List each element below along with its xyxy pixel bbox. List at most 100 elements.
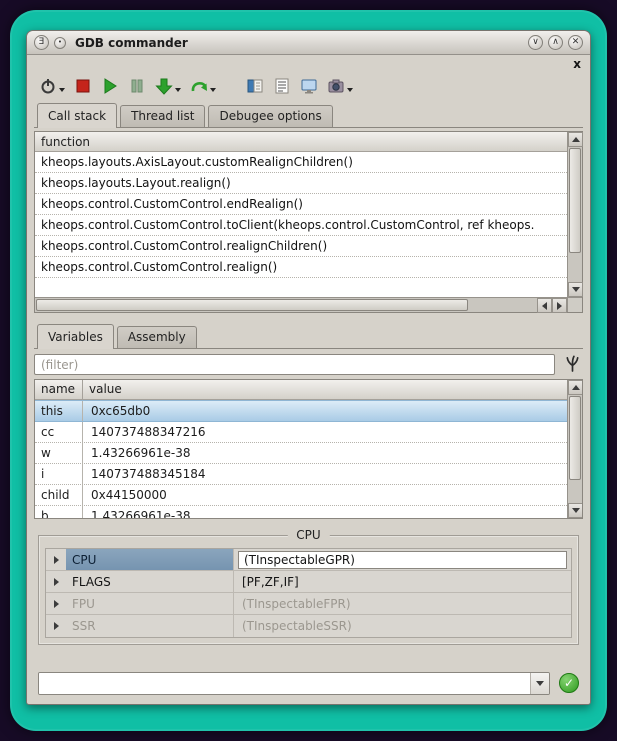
step-over-button[interactable] (190, 77, 216, 95)
cpu-row-value (234, 549, 571, 570)
callstack-row[interactable]: kheops.layouts.AxisLayout.customRealignC… (35, 152, 567, 173)
combobox-dropdown-button[interactable] (530, 673, 549, 694)
window-pin-icon[interactable]: • (54, 37, 66, 49)
variable-row[interactable]: cc140737488347216 (35, 422, 567, 443)
scrollbar-track[interactable] (568, 147, 582, 282)
tab-call-stack[interactable]: Call stack (37, 103, 117, 128)
cpu-row-value: [PF,ZF,IF] (234, 571, 571, 592)
cpu-row-name: FPU (66, 593, 234, 614)
variables-vertical-scrollbar[interactable] (567, 380, 582, 518)
dropdown-caret-icon[interactable] (59, 88, 65, 92)
snapshot-button[interactable] (327, 77, 353, 95)
variable-row[interactable]: i140737488345184 (35, 464, 567, 485)
messages-icon (246, 77, 264, 95)
titlebar[interactable]: Ǝ • GDB commander ∨ ∧ ✕ (27, 31, 590, 55)
cpu-row-flags[interactable]: FLAGS[PF,ZF,IF] (46, 571, 571, 593)
gdb-commander-window: Ǝ • GDB commander ∨ ∧ ✕ x (26, 30, 591, 705)
step-over-icon (190, 77, 208, 95)
scrollbar-track[interactable] (568, 395, 582, 503)
chevron-right-icon (54, 578, 59, 586)
variable-name: b (35, 506, 83, 518)
callstack-column-header[interactable]: function (35, 132, 567, 152)
tab-thread-list[interactable]: Thread list (120, 105, 205, 127)
cpu-row-value: (TInspectableFPR) (234, 593, 571, 614)
variable-row[interactable]: child0x44150000 (35, 485, 567, 506)
filter-options-button[interactable] (561, 354, 583, 375)
variable-value: 1.43266961e-38 (83, 506, 567, 518)
name-column-header[interactable]: name (35, 380, 83, 399)
variable-row[interactable]: b1.43266961e-38 (35, 506, 567, 518)
variable-row[interactable]: this0xc65db0 (35, 400, 567, 422)
tab-assembly[interactable]: Assembly (117, 326, 197, 348)
stop-button[interactable] (74, 77, 92, 95)
maximize-button[interactable]: ∧ (548, 35, 563, 50)
messages-button[interactable] (246, 77, 264, 95)
power-button[interactable] (39, 77, 65, 95)
variable-row[interactable]: w1.43266961e-38 (35, 443, 567, 464)
expander-icon[interactable] (46, 549, 66, 570)
call-list-button[interactable] (273, 77, 291, 95)
command-combobox-input[interactable] (39, 673, 530, 694)
cpu-row-name: FLAGS (66, 571, 234, 592)
tab-debugee-options[interactable]: Debugee options (208, 105, 332, 127)
variable-name: w (35, 443, 83, 463)
cpu-row-fpu[interactable]: FPU(TInspectableFPR) (46, 593, 571, 615)
chevron-right-icon (54, 556, 59, 564)
callstack-row[interactable]: kheops.control.CustomControl.endRealign(… (35, 194, 567, 215)
callstack-row[interactable]: kheops.control.CustomControl.realignChil… (35, 236, 567, 257)
command-combobox[interactable] (38, 672, 550, 695)
scrollbar-thumb[interactable] (569, 148, 581, 253)
callstack-vertical-scrollbar[interactable] (567, 132, 582, 297)
confirm-button[interactable]: ✓ (559, 673, 579, 693)
step-into-button[interactable] (155, 77, 181, 95)
callstack-row[interactable]: kheops.layouts.Layout.realign() (35, 173, 567, 194)
variables-tabbar: VariablesAssembly (34, 325, 583, 349)
run-button[interactable] (101, 77, 119, 95)
expander-icon[interactable] (46, 593, 66, 614)
dropdown-caret-icon[interactable] (210, 88, 216, 92)
cpu-value-input[interactable] (238, 551, 567, 569)
scroll-up-icon[interactable] (568, 380, 583, 395)
scrollbar-track[interactable] (35, 298, 537, 312)
scrollbar-thumb[interactable] (569, 396, 581, 480)
filter-input[interactable] (34, 354, 555, 375)
cpu-row-ssr[interactable]: SSR(TInspectableSSR) (46, 615, 571, 637)
dropdown-caret-icon[interactable] (175, 88, 181, 92)
cpu-groupbox-title: CPU (287, 528, 329, 542)
callstack-horizontal-scrollbar[interactable] (35, 297, 567, 312)
tab-variables[interactable]: Variables (37, 324, 114, 349)
pause-button[interactable] (128, 77, 146, 95)
cpu-row-name: CPU (66, 549, 234, 570)
stop-icon (74, 77, 92, 95)
variable-value: 140737488347216 (83, 422, 567, 442)
scroll-left-icon[interactable] (537, 298, 552, 313)
filter-icon (564, 355, 581, 375)
scrollbar-corner (567, 297, 582, 312)
window-menu-icon[interactable]: Ǝ (34, 35, 49, 50)
dropdown-caret-icon[interactable] (347, 88, 353, 92)
power-icon (39, 77, 57, 95)
snapshot-icon (327, 77, 345, 95)
scroll-up-icon[interactable] (568, 132, 583, 147)
chevron-right-icon (54, 622, 59, 630)
chevron-down-icon (536, 681, 544, 686)
watch-window-button[interactable] (300, 77, 318, 95)
expander-icon[interactable] (46, 615, 66, 637)
cpu-groupbox: CPU CPUFLAGS[PF,ZF,IF]FPU(TInspectableFP… (38, 535, 579, 645)
pane-close-icon[interactable]: x (573, 59, 581, 69)
variables-panel: name value this0xc65db0cc140737488347216… (34, 379, 583, 519)
expander-icon[interactable] (46, 571, 66, 592)
callstack-row[interactable]: kheops.control.CustomControl.realign() (35, 257, 567, 278)
scroll-right-icon[interactable] (552, 298, 567, 313)
callstack-row[interactable]: kheops.control.CustomControl.toClient(kh… (35, 215, 567, 236)
minimize-button[interactable]: ∨ (528, 35, 543, 50)
scroll-down-icon[interactable] (568, 503, 583, 518)
close-button[interactable]: ✕ (568, 35, 583, 50)
window-controls: ∨ ∧ ✕ (528, 35, 583, 50)
scroll-down-icon[interactable] (568, 282, 583, 297)
value-column-header[interactable]: value (83, 380, 567, 399)
scrollbar-thumb[interactable] (36, 299, 468, 311)
variable-name: cc (35, 422, 83, 442)
cpu-row-cpu[interactable]: CPU (46, 549, 571, 571)
callstack-tabbar: Call stackThread listDebugee options (34, 104, 583, 128)
